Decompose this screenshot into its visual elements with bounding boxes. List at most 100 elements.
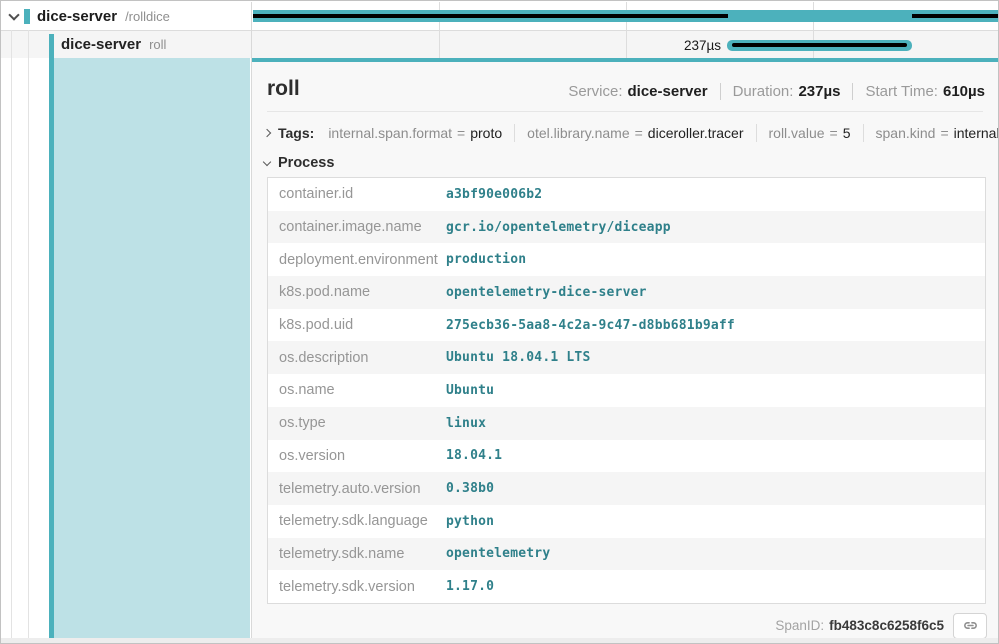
row-key: telemetry.auto.version — [268, 481, 446, 497]
row-value: 275ecb36-5aa8-4c2a-9c47-d8bb681b9aff — [446, 318, 735, 333]
span-bar-self-time — [253, 14, 728, 18]
span-meta: Service: dice-server Duration: 237µs Sta… — [568, 83, 985, 102]
selected-span-highlight — [54, 58, 250, 638]
tags-section: Tags: internal.span.format = proto otel.li… — [264, 120, 983, 146]
span-title: roll — [267, 76, 300, 102]
table-row[interactable]: os.description Ubuntu 18.04.1 LTS — [268, 341, 985, 374]
table-row[interactable]: telemetry.sdk.name opentelemetry — [268, 538, 985, 571]
duration-label: 237µs — [601, 38, 721, 54]
tag-value: diceroller.tracer — [648, 125, 744, 141]
row-value: Ubuntu — [446, 383, 494, 398]
table-row[interactable]: k8s.pod.uid 275ecb36-5aa8-4c2a-9c47-d8bb… — [268, 309, 985, 342]
indent-guide — [11, 30, 12, 638]
operation-name: /rolldice — [125, 9, 170, 24]
tag-equals: = — [635, 125, 643, 141]
row-value: 1.17.0 — [446, 579, 494, 594]
duration-meta-label: Duration: — [733, 83, 794, 100]
tag-divider — [514, 124, 515, 142]
tag-value: internal — [954, 125, 999, 141]
span-row-rolldice[interactable]: dice-server /rolldice — [1, 2, 251, 30]
table-row[interactable]: telemetry.sdk.language python — [268, 505, 985, 538]
header-divider — [267, 111, 983, 112]
table-row[interactable]: deployment.environment production — [268, 243, 985, 276]
row-key: telemetry.sdk.name — [268, 546, 446, 562]
chevron-down-icon — [263, 157, 271, 165]
span-detail-footer: SpanID: fb483c8c6258f6c5 — [252, 613, 998, 639]
tag-item: roll.value = 5 — [769, 125, 851, 141]
duration-meta-value: 237µs — [798, 83, 840, 100]
row-value: production — [446, 252, 526, 267]
row-value: linux — [446, 416, 486, 431]
row-value: gcr.io/opentelemetry/diceapp — [446, 220, 671, 235]
row-value: 0.38b0 — [446, 481, 494, 496]
tag-value: 5 — [843, 125, 851, 141]
spanid-label: SpanID: — [775, 618, 824, 633]
span-row-roll[interactable]: dice-server roll — [1, 31, 251, 58]
tag-divider — [756, 124, 757, 142]
span-detail-panel: roll Service: dice-server Duration: 237µ… — [252, 58, 998, 638]
tag-key: span.kind — [876, 125, 936, 141]
tag-divider — [863, 124, 864, 142]
table-row[interactable]: os.type linux — [268, 407, 985, 440]
tag-equals: = — [830, 125, 838, 141]
table-row[interactable]: telemetry.sdk.version 1.17.0 — [268, 570, 985, 603]
row-key: os.name — [268, 382, 446, 398]
tag-item: otel.library.name = diceroller.tracer — [527, 125, 743, 141]
tags-toggle[interactable]: Tags: — [264, 125, 314, 141]
row-key: container.image.name — [268, 219, 446, 235]
start-time-label: Start Time: — [865, 83, 938, 100]
row-value: python — [446, 514, 494, 529]
row-value: a3bf90e006b2 — [446, 187, 542, 202]
table-row[interactable]: container.id a3bf90e006b2 — [268, 178, 985, 211]
table-row[interactable]: os.version 18.04.1 — [268, 440, 985, 473]
tag-key: internal.span.format — [328, 125, 452, 141]
tag-key: roll.value — [769, 125, 825, 141]
row-key: os.description — [268, 350, 446, 366]
span-bar-self-time — [912, 14, 998, 18]
page-bottom-strip — [1, 638, 998, 643]
meta-divider — [720, 83, 721, 100]
chevron-right-icon — [263, 129, 271, 137]
row-key: telemetry.sdk.language — [268, 513, 446, 529]
tags-label: Tags: — [278, 125, 314, 141]
row-key: k8s.pod.name — [268, 284, 446, 300]
row-value: opentelemetry-dice-server — [446, 285, 647, 300]
row-key: container.id — [268, 186, 446, 202]
tag-equals: = — [457, 125, 465, 141]
link-icon — [962, 617, 979, 634]
chevron-down-icon[interactable] — [8, 9, 19, 20]
service-color-rail — [49, 34, 54, 638]
service-label: Service: — [568, 83, 622, 100]
tag-item: span.kind= internal — [876, 125, 999, 141]
service-name: dice-server — [37, 8, 117, 25]
process-label: Process — [278, 155, 334, 171]
table-row[interactable]: os.name Ubuntu — [268, 374, 985, 407]
operation-name: roll — [149, 37, 166, 52]
tags-summary: internal.span.format = proto otel.library.… — [328, 124, 999, 142]
service-name: dice-server — [61, 36, 141, 53]
tag-key: otel.library.name — [527, 125, 629, 141]
trace-detail-page: 237µs dice-server /rolldice dice-server … — [0, 0, 999, 644]
row-key: deployment.environment — [268, 252, 446, 268]
row-key: os.version — [268, 448, 446, 464]
table-row[interactable]: telemetry.auto.version 0.38b0 — [268, 472, 985, 505]
span-bar-roll-line — [732, 43, 907, 47]
process-toggle[interactable]: Process — [264, 152, 983, 174]
deep-link-button[interactable] — [953, 613, 987, 639]
row-value: opentelemetry — [446, 546, 550, 561]
span-detail-header: roll Service: dice-server Duration: 237µ… — [252, 62, 998, 102]
process-table: container.id a3bf90e006b2 container.imag… — [267, 177, 986, 604]
tag-item: internal.span.format = proto — [328, 125, 502, 141]
start-time-value: 610µs — [943, 83, 985, 100]
meta-divider — [852, 83, 853, 100]
tag-value: proto — [470, 125, 502, 141]
service-color-chip — [24, 9, 30, 24]
spanid-value: fb483c8c6258f6c5 — [829, 618, 944, 633]
service-value: dice-server — [628, 83, 708, 100]
row-key: os.type — [268, 415, 446, 431]
table-row[interactable]: container.image.name gcr.io/opentelemetr… — [268, 211, 985, 244]
table-row[interactable]: k8s.pod.name opentelemetry-dice-server — [268, 276, 985, 309]
tag-equals: = — [940, 125, 948, 141]
row-key: telemetry.sdk.version — [268, 579, 446, 595]
row-key: k8s.pod.uid — [268, 317, 446, 333]
